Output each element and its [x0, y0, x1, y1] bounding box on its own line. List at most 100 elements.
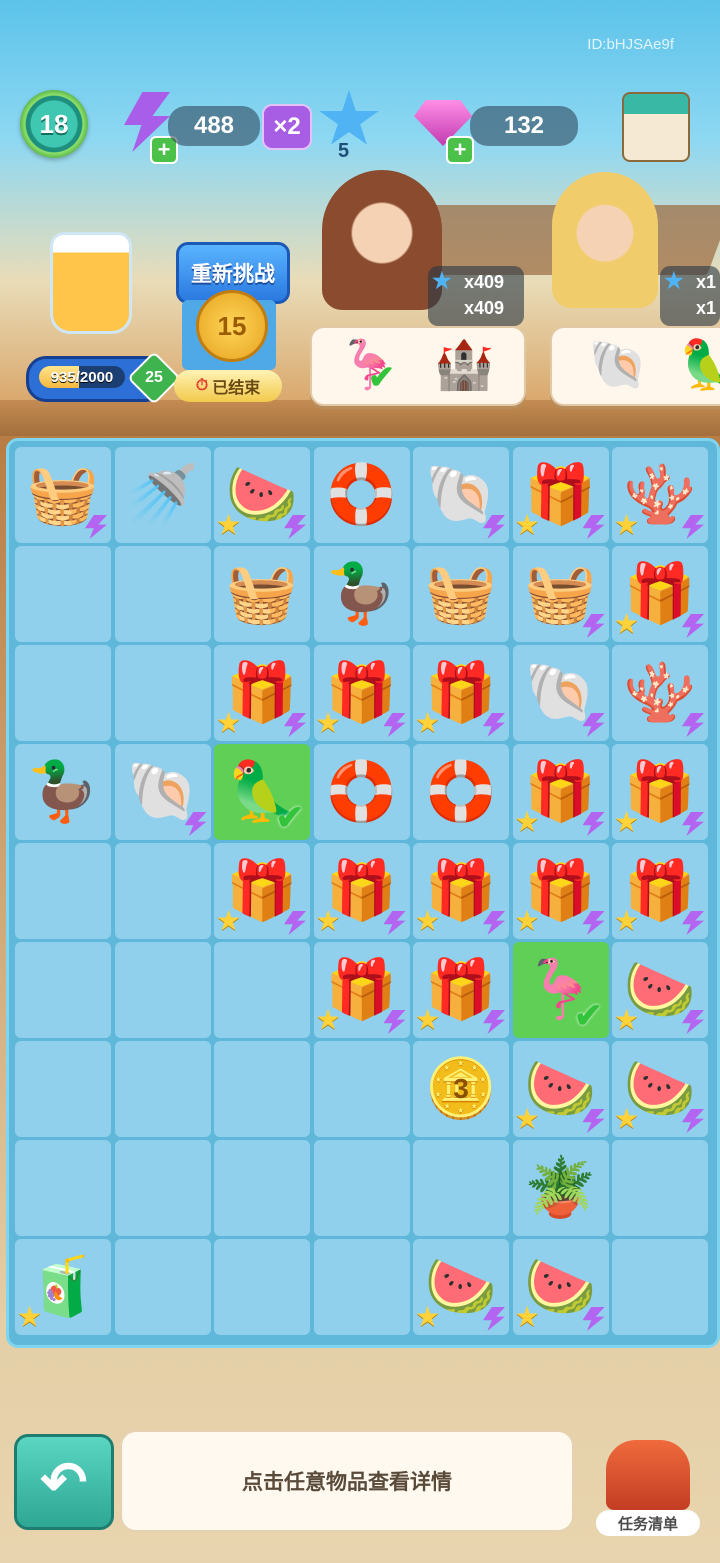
- customer-brunette: [322, 170, 442, 310]
- board-cell[interactable]: 🧺: [15, 447, 111, 543]
- plant-icon: 🪴: [524, 1155, 597, 1220]
- board-cell[interactable]: 🧺: [512, 546, 609, 642]
- coin-value: 3: [453, 1073, 469, 1104]
- star-badge-icon: ★: [514, 509, 540, 540]
- duck-icon: 🦆: [26, 759, 100, 824]
- star-badge-icon: ★: [614, 1004, 640, 1035]
- player-level: 18: [39, 108, 69, 139]
- board-cell[interactable]: [313, 1140, 410, 1236]
- seashell-icon: 🐚: [126, 759, 199, 824]
- board-cell[interactable]: 🐚: [413, 447, 509, 543]
- board-cell[interactable]: 🍉 ★: [214, 447, 310, 543]
- board-cell[interactable]: 🐚: [512, 645, 609, 741]
- star-badge-icon: ★: [614, 806, 640, 837]
- board-cell[interactable]: 🎁 ★: [612, 546, 708, 642]
- board-cell[interactable]: [15, 942, 111, 1038]
- board-cell[interactable]: [612, 1239, 708, 1335]
- board-cell[interactable]: 🛟: [413, 744, 509, 840]
- gem-add-button[interactable]: +: [446, 136, 474, 164]
- check-icon: ✔: [368, 359, 395, 395]
- star-badge-icon: ★: [514, 806, 540, 837]
- star-badge-icon: ★: [514, 905, 540, 936]
- board-cell[interactable]: [114, 1140, 211, 1236]
- back-arrow-icon: ↶: [40, 1450, 88, 1513]
- board-cell[interactable]: 🎁 ★: [313, 942, 410, 1038]
- player-id: ID:bHJSAe9f: [587, 36, 674, 53]
- board-cell[interactable]: [313, 1239, 410, 1335]
- board-cell[interactable]: [214, 1239, 310, 1335]
- board-cell[interactable]: 🪸 ★: [612, 447, 708, 543]
- board-cell[interactable]: [214, 942, 310, 1038]
- board-cell[interactable]: 🎁 ★: [512, 843, 609, 939]
- gem-value: 132: [503, 112, 545, 139]
- board-cell[interactable]: 🎁 ★: [512, 744, 609, 840]
- star-badge-icon: ★: [216, 905, 242, 936]
- board-cell[interactable]: 🚿: [114, 447, 211, 543]
- board-cell[interactable]: 🛟: [313, 744, 410, 840]
- energy-multiplier-button[interactable]: ×2: [262, 104, 312, 150]
- sand-castle-icon: 🏰: [434, 339, 494, 392]
- board-cell[interactable]: 🦜 ✔: [214, 744, 310, 840]
- coin-icon: 15: [196, 290, 268, 362]
- board-cell[interactable]: [114, 1239, 211, 1335]
- board-cell[interactable]: 🎁 ★: [612, 744, 708, 840]
- board-cell[interactable]: 🎁 ★: [214, 645, 310, 741]
- board-cell[interactable]: [114, 843, 211, 939]
- basket-icon: 🧺: [524, 561, 597, 626]
- order-card-1[interactable]: 🦩 ✔ 🏰: [310, 326, 526, 406]
- board-cell[interactable]: 🧃 ★: [15, 1239, 111, 1335]
- back-button[interactable]: ↶: [14, 1434, 114, 1530]
- board-cell[interactable]: 🎁 ★: [512, 447, 609, 543]
- board-cell[interactable]: [15, 1140, 111, 1236]
- player-level-badge[interactable]: 18: [20, 90, 88, 158]
- board-cell[interactable]: [214, 1041, 310, 1137]
- check-icon: ✔: [574, 997, 603, 1035]
- board-cell[interactable]: [15, 1041, 111, 1137]
- clock-icon: ⏱: [195, 377, 209, 394]
- check-icon: ✔: [275, 799, 305, 837]
- board-cell[interactable]: 🛟: [313, 447, 410, 543]
- board-cell[interactable]: 🎁 ★: [413, 942, 509, 1038]
- board-cell[interactable]: 🦆: [15, 744, 111, 840]
- board-cell[interactable]: 🦆: [313, 546, 410, 642]
- board-cell[interactable]: 🪙 3: [413, 1041, 509, 1137]
- board-cell[interactable]: 🍉 ★: [413, 1239, 509, 1335]
- star-badge-icon: ★: [315, 1004, 341, 1035]
- order-2-star-bubble: ★ x1 x1: [660, 266, 720, 326]
- board-cell[interactable]: 🐚: [114, 744, 211, 840]
- star-count: 5: [338, 140, 350, 162]
- board-cell[interactable]: 🦩 ✔: [512, 942, 609, 1038]
- board-cell[interactable]: [413, 1140, 509, 1236]
- board-cell[interactable]: 🎁 ★: [413, 843, 509, 939]
- task-list-button[interactable]: 任务清单: [596, 1440, 700, 1536]
- board-cell[interactable]: 🍉 ★: [512, 1041, 609, 1137]
- seashell-icon: 🐚: [424, 462, 498, 527]
- star-badge-icon: ★: [216, 509, 242, 540]
- board-cell[interactable]: 🧺: [413, 546, 509, 642]
- shop-icon[interactable]: [622, 92, 690, 162]
- board-cell[interactable]: 🎁 ★: [214, 843, 310, 939]
- board-cell[interactable]: 🎁 ★: [413, 645, 509, 741]
- board-cell[interactable]: [214, 1140, 310, 1236]
- board-cell[interactable]: 🎁 ★: [313, 645, 410, 741]
- juice-jar-icon: [50, 232, 132, 334]
- board-cell[interactable]: [114, 942, 211, 1038]
- board-cell[interactable]: [612, 1140, 708, 1236]
- board-cell[interactable]: 🍉 ★: [612, 1041, 708, 1137]
- board-cell[interactable]: 🎁 ★: [313, 843, 410, 939]
- board-cell[interactable]: 🪴: [512, 1140, 609, 1236]
- board-cell[interactable]: 🪸: [612, 645, 708, 741]
- board-cell[interactable]: [15, 843, 111, 939]
- board-cell[interactable]: [313, 1041, 410, 1137]
- star-badge-icon: ★: [415, 905, 441, 936]
- board-cell[interactable]: [15, 645, 111, 741]
- board-cell[interactable]: 🍉 ★: [612, 942, 708, 1038]
- board-cell[interactable]: 🧺: [214, 546, 310, 642]
- board-cell[interactable]: [114, 1041, 211, 1137]
- board-cell[interactable]: [15, 546, 111, 642]
- order-card-2[interactable]: 🐚 🦜: [550, 326, 720, 406]
- board-cell[interactable]: [114, 645, 211, 741]
- board-cell[interactable]: [114, 546, 211, 642]
- board-cell[interactable]: 🎁 ★: [612, 843, 708, 939]
- board-cell[interactable]: 🍉 ★: [512, 1239, 609, 1335]
